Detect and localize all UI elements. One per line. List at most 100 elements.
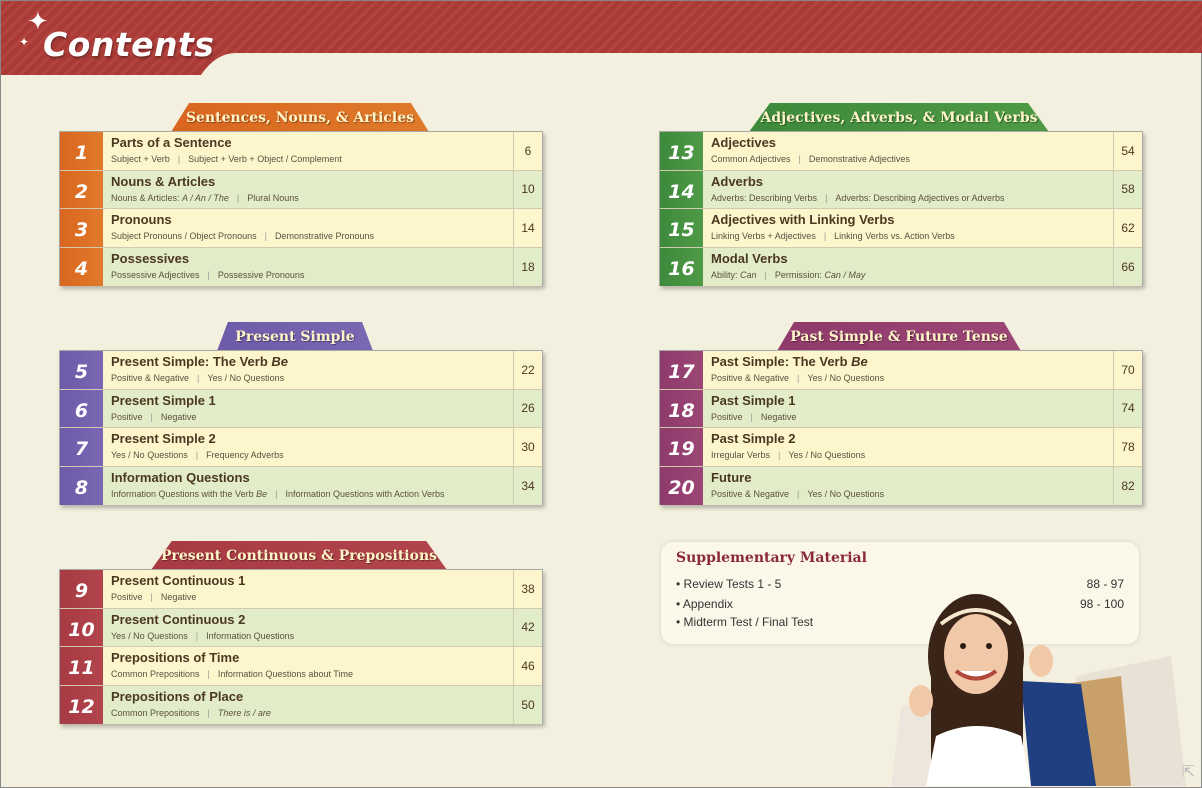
section-tab-title: Present Continuous & Prepositions	[151, 541, 447, 570]
unit-row[interactable]: 15 Adjectives with Linking Verbs Linking V…	[660, 209, 1142, 248]
unit-row[interactable]: 9 Present Continuous 1 Positive | Negative 38	[60, 570, 542, 609]
unit-row[interactable]: 16 Modal Verbs Ability: Can | Permission: Ca…	[660, 247, 1142, 286]
unit-row[interactable]: 7 Present Simple 2 Yes / No Questions | Freq…	[60, 428, 542, 467]
section-sentences-nouns-articles: Sentences, Nouns, & Articles 1 Parts of a …	[59, 103, 543, 288]
subtopic-separator: |	[825, 192, 828, 203]
unit-subtopics: Positive & Negative | Yes / No Questions	[711, 489, 884, 499]
subtopic-separator: |	[797, 488, 800, 499]
subtopic-separator: |	[207, 269, 210, 280]
unit-subtopic: Negative	[160, 592, 197, 602]
supplementary-item-label: • Midterm Test / Final Test	[676, 615, 814, 629]
unit-number: 1	[60, 132, 103, 170]
unit-number: 20	[660, 466, 703, 505]
unit-subtopic: Permission: Can / May	[774, 269, 866, 280]
unit-body: Adjectives Common Adjectives | Demonstrativ…	[703, 132, 1113, 170]
unit-subtopics: Common Prepositions | There is / are	[111, 708, 271, 718]
unit-number: 12	[60, 685, 103, 724]
unit-number: 13	[660, 132, 703, 170]
unit-subtopic: Negative	[160, 411, 197, 422]
subtopic-separator: |	[778, 450, 781, 460]
unit-number: 19	[660, 428, 703, 466]
section-tab-title: Sentences, Nouns, & Articles	[171, 103, 429, 132]
unit-subtopic: Possessive Adjectives	[111, 269, 200, 280]
subtopic-separator: |	[197, 373, 200, 383]
unit-list: 13 Adjectives Common Adjectives | Demonstrat…	[659, 131, 1143, 286]
unit-row[interactable]: 19 Past Simple 2 Irregular Verbs | Yes / No …	[660, 428, 1142, 467]
unit-list: 9 Present Continuous 1 Positive | Negative 38…	[59, 569, 543, 724]
subtopic-separator: |	[264, 231, 267, 241]
page-title: Contents	[43, 25, 215, 64]
unit-number: 9	[60, 570, 103, 608]
unit-row[interactable]: 17 Past Simple: The Verb Be Positive & Neg…	[660, 351, 1142, 390]
unit-page-number: 66	[1113, 247, 1142, 286]
unit-row[interactable]: 4 Possessives Possessive Adjectives | Posses…	[60, 247, 542, 286]
unit-subtopics: Linking Verbs + Adjectives | Linking Verbs…	[711, 231, 955, 241]
unit-row[interactable]: 2 Nouns & Articles Nouns & Articles: A / A…	[60, 170, 542, 209]
subtopic-separator: |	[823, 231, 827, 241]
unit-body: Pronouns Subject Pronouns / Object Pronou…	[103, 209, 513, 247]
unit-row[interactable]: 5 Present Simple: The Verb Be Positive & N…	[60, 351, 542, 390]
unit-row[interactable]: 1 Parts of a Sentence Subject + Verb | Subje…	[60, 132, 542, 171]
unit-subtopic: Yes / No Questions	[111, 630, 188, 641]
unit-title: Present Simple: The Verb Be	[111, 354, 289, 369]
unit-row[interactable]: 6 Present Simple 1 Positive | Negative 26	[60, 389, 542, 428]
unit-title: Present Continuous 2	[111, 611, 246, 627]
unit-subtopics: Nouns & Articles: A / An / The | Plural No…	[111, 193, 299, 203]
unit-subtopics: Subject Pronouns / Object Pronouns | Demon…	[111, 231, 374, 241]
unit-subtopic: Information Questions about Time	[217, 669, 353, 679]
unit-row[interactable]: 14 Adverbs Adverbs: Describing Verbs | Adver…	[660, 170, 1142, 209]
section-present-simple: Present Simple 5 Present Simple: The Verb …	[59, 322, 543, 507]
unit-subtopic: Nouns & Articles: A / An / The	[111, 192, 229, 203]
unit-subtopic: Demonstrative Adjectives	[808, 154, 910, 164]
unit-row[interactable]: 13 Adjectives Common Adjectives | Demonstrat…	[660, 132, 1142, 171]
unit-row[interactable]: 20 Future Positive & Negative | Yes / No Que…	[660, 466, 1142, 505]
unit-list: 17 Past Simple: The Verb Be Positive & Neg…	[659, 350, 1143, 505]
unit-number: 8	[60, 466, 103, 505]
unit-row[interactable]: 18 Past Simple 1 Positive | Negative 74	[660, 389, 1142, 428]
unit-page-number: 30	[513, 428, 542, 466]
unit-subtopics: Common Adjectives | Demonstrative Adjectiv…	[711, 154, 910, 164]
unit-subtopics: Subject + Verb | Subject + Verb + Object /…	[111, 154, 342, 164]
unit-title: Past Simple 1	[711, 392, 796, 408]
unit-page-number: 54	[1113, 132, 1142, 170]
unit-page-number: 42	[513, 608, 542, 646]
unit-subtopic: Information Questions with Action Verbs	[285, 488, 445, 499]
unit-body: Past Simple 1 Positive | Negative	[703, 389, 1113, 427]
unit-subtopics: Irregular Verbs | Yes / No Questions	[711, 450, 865, 460]
unit-subtopics: Ability: Can | Permission: Can / May	[711, 270, 865, 280]
unit-body: Prepositions of Time Common Prepositions |…	[103, 647, 513, 685]
unit-body: Modal Verbs Ability: Can | Permission: Can …	[703, 247, 1113, 286]
unit-title: Past Simple 2	[711, 431, 796, 446]
unit-body: Nouns & Articles Nouns & Articles: A / An…	[103, 170, 513, 208]
unit-body: Adverbs Adverbs: Describing Verbs | Adverbs…	[703, 170, 1113, 208]
page-corner-icon: ⇱	[1181, 762, 1195, 781]
unit-title: Nouns & Articles	[111, 173, 216, 189]
unit-page-number: 10	[513, 170, 542, 208]
unit-page-number: 22	[513, 351, 542, 389]
unit-subtopic: Plural Nouns	[247, 192, 299, 203]
unit-row[interactable]: 11 Prepositions of Time Common Preposition…	[60, 647, 542, 686]
unit-row[interactable]: 3 Pronouns Subject Pronouns / Object Prono…	[60, 209, 542, 248]
unit-subtopic: There is / are	[217, 707, 271, 718]
subtopic-separator: |	[150, 592, 153, 602]
unit-page-number: 62	[1113, 209, 1142, 247]
unit-page-number: 82	[1113, 466, 1142, 505]
header-banner: ✦ ✦ Contents	[1, 1, 1202, 75]
unit-page-number: 26	[513, 389, 542, 427]
subtopic-separator: |	[195, 630, 199, 641]
supplementary-item-label: • Review Tests 1 - 5	[676, 577, 782, 591]
unit-title: Adjectives with Linking Verbs	[711, 212, 895, 227]
unit-row[interactable]: 10 Present Continuous 2 Yes / No Questions…	[60, 608, 542, 647]
unit-subtopic: Information Questions	[206, 630, 295, 641]
unit-subtopic: Positive & Negative	[711, 373, 790, 383]
unit-subtopic: Frequency Adverbs	[206, 450, 284, 460]
unit-row[interactable]: 8 Information Questions Information Questi…	[60, 466, 542, 505]
unit-page-number: 70	[1113, 351, 1142, 389]
subtopic-separator: |	[195, 450, 199, 460]
unit-subtopic: Subject + Verb	[111, 154, 170, 164]
unit-row[interactable]: 12 Prepositions of Place Common Prepositio…	[60, 685, 542, 724]
unit-subtopics: Positive | Negative	[711, 412, 796, 422]
unit-number: 7	[60, 428, 103, 466]
unit-subtopic: Possessive Pronouns	[217, 269, 305, 280]
unit-subtopics: Yes / No Questions | Frequency Adverbs	[111, 450, 284, 460]
